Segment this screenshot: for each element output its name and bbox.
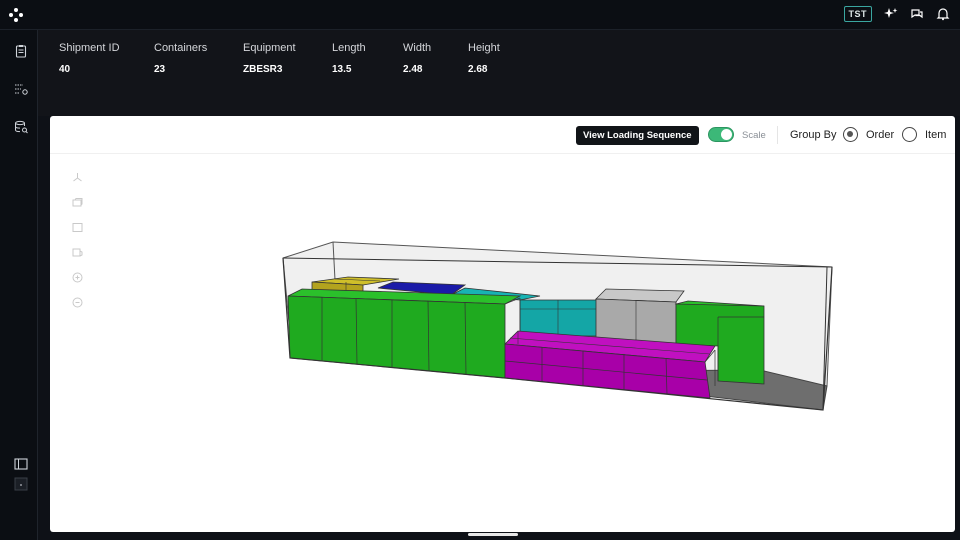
equipment-field: Equipment ZBESR3	[243, 42, 296, 75]
chat-icon[interactable]	[910, 7, 924, 21]
shipment-id-field: Shipment ID 40	[59, 42, 120, 75]
sidebar	[0, 30, 38, 540]
list-settings-icon[interactable]	[14, 82, 28, 96]
collapse-icon[interactable]	[14, 477, 28, 491]
app-logo-icon[interactable]	[8, 7, 24, 23]
field-value: 2.48	[403, 64, 423, 75]
environment-badge: TST	[843, 6, 872, 22]
field-label: Length	[332, 42, 366, 54]
shipment-summary: Shipment ID 40 Containers 23 Equipment Z…	[38, 30, 960, 116]
field-label: Containers	[154, 42, 208, 54]
field-label: Height	[468, 42, 500, 54]
field-value: ZBESR3	[243, 64, 283, 75]
cargo-group-green-left	[287, 288, 522, 379]
field-label: Equipment	[243, 42, 296, 54]
length-field: Length 13.5	[332, 42, 366, 75]
field-value: 2.68	[468, 64, 488, 75]
sparkle-icon[interactable]	[884, 7, 898, 21]
load-plan-viewer: View Loading Sequence Scale Group By Ord…	[50, 116, 955, 532]
top-bar: TST	[0, 0, 960, 30]
scroll-indicator[interactable]	[468, 533, 518, 536]
field-value: 13.5	[332, 64, 352, 75]
database-search-icon[interactable]	[14, 120, 28, 134]
panel-toggle-icon[interactable]	[14, 457, 28, 471]
field-value: 40	[59, 64, 71, 75]
field-label: Shipment ID	[59, 42, 120, 54]
container-3d-view[interactable]	[50, 116, 955, 532]
height-field: Height 2.68	[468, 42, 500, 75]
bell-icon[interactable]	[936, 7, 950, 21]
cargo-group-gray	[595, 288, 685, 345]
containers-field: Containers 23	[154, 42, 207, 75]
field-value: 23	[154, 64, 166, 75]
field-label: Width	[403, 42, 432, 54]
clipboard-icon[interactable]	[14, 44, 28, 58]
width-field: Width 2.48	[403, 42, 431, 75]
